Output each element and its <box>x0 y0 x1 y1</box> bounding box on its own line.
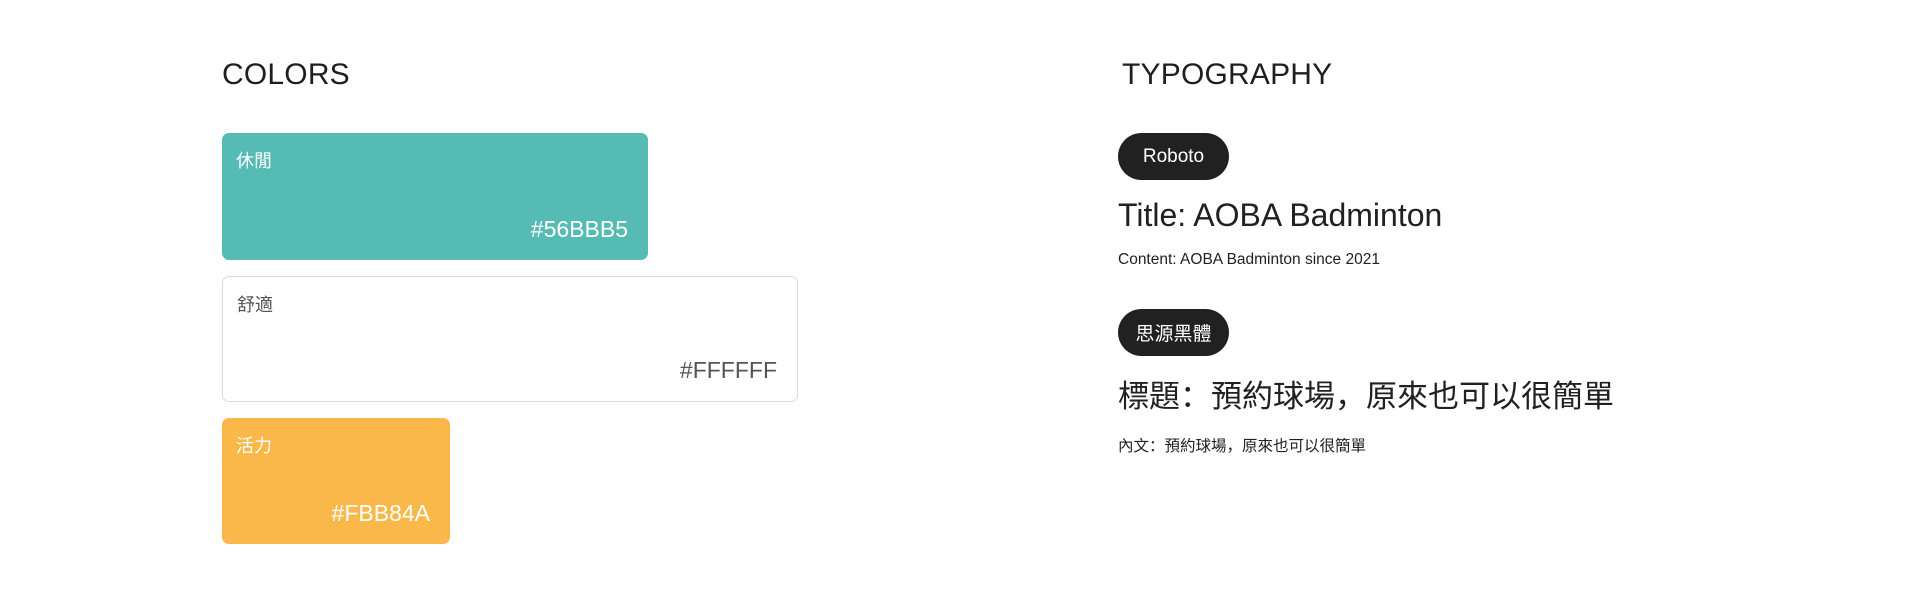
font-sample-content-zh: 內文：預約球場，原來也可以很簡單 <box>1118 438 1367 455</box>
font-badge-source-han-sans: 思源黑體 <box>1118 309 1229 356</box>
swatch-hex: #56BBB5 <box>530 216 628 242</box>
color-swatch-orange: 活力 #FBB84A <box>222 418 450 544</box>
swatch-name: 休閒 <box>236 151 272 171</box>
font-sample-content: Content: AOBA Badminton since 2021 <box>1118 251 1380 268</box>
color-swatch-teal: 休閒 #56BBB5 <box>222 133 648 260</box>
typography-heading: TYPOGRAPHY <box>1122 58 1333 91</box>
color-swatch-white: 舒適 #FFFFFF <box>222 276 798 402</box>
swatch-name: 活力 <box>236 436 272 456</box>
swatch-name: 舒適 <box>237 295 273 315</box>
font-badge-roboto: Roboto <box>1118 133 1229 180</box>
font-sample-title: Title: AOBA Badminton <box>1118 197 1443 233</box>
swatch-hex: #FBB84A <box>331 500 430 526</box>
colors-heading: COLORS <box>222 58 350 91</box>
font-sample-title-zh: 標題：預約球場，原來也可以很簡單 <box>1118 379 1614 414</box>
swatch-hex: #FFFFFF <box>679 357 777 383</box>
